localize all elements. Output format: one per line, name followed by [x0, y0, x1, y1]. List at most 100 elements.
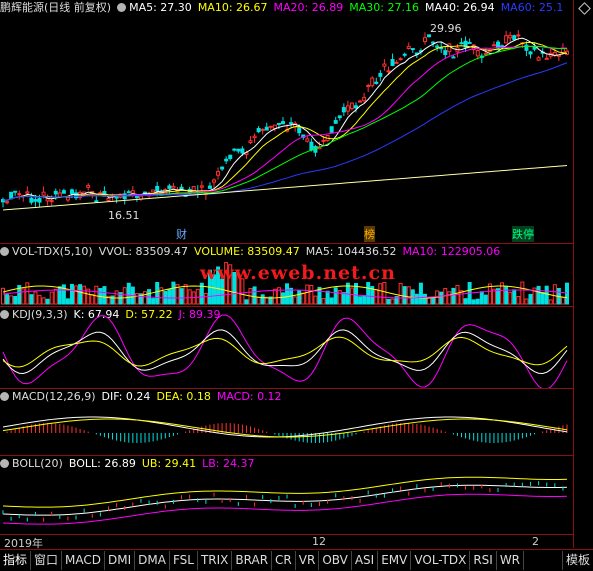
volume-bar [479, 291, 484, 305]
tab-7[interactable]: TRIX [198, 551, 233, 570]
candle-body [528, 51, 533, 55]
candle-body [289, 122, 294, 125]
tab-8[interactable]: BRAR [232, 551, 273, 570]
tab-11[interactable]: OBV [319, 551, 352, 570]
volume-bar [544, 285, 549, 305]
candle-body [272, 124, 277, 129]
volume-bar [57, 286, 62, 305]
volume-bar [321, 298, 326, 305]
candle-body [349, 102, 354, 110]
tab-10[interactable]: VR [296, 551, 320, 570]
volume-bar [49, 291, 54, 305]
volume-bar [362, 295, 367, 305]
candle-body [49, 200, 54, 203]
volume-bar [285, 283, 290, 305]
candle-body [224, 158, 229, 162]
volume-bar [110, 295, 115, 305]
tab-17[interactable]: 模板 [561, 551, 593, 570]
volume-bar [13, 295, 18, 305]
volume-bar [504, 286, 509, 305]
volume-bar [540, 292, 545, 305]
volume-bar [516, 296, 521, 305]
ma20-line [2, 45, 568, 201]
candle-body [13, 190, 18, 193]
finance-tag[interactable]: 财 [176, 226, 187, 242]
volume-bar [301, 292, 306, 305]
macd-panel: MACD(12,26,9) DIF: 0.24 DEA: 0.18 MACD: 0.1… [0, 389, 573, 456]
volume-bar [171, 281, 176, 305]
volume-bar [552, 284, 557, 305]
tab-2[interactable]: 窗口 [31, 551, 63, 570]
tab-3[interactable]: MACD [62, 551, 106, 570]
volume-bar [548, 299, 553, 305]
candle-body [544, 57, 549, 60]
tab-12[interactable]: ASI [352, 551, 379, 570]
high-price-label: 29.96 [430, 22, 462, 35]
volume-bar [325, 290, 330, 305]
volume-bar [422, 293, 427, 305]
ma30-line [2, 45, 568, 201]
tab-15[interactable]: RSI [470, 551, 497, 570]
volume-bar [25, 282, 30, 305]
candle-body [94, 200, 99, 203]
candle-body [309, 141, 314, 151]
candle-body [362, 97, 367, 102]
volume-bar [297, 290, 302, 305]
ma5-line [2, 37, 568, 201]
kdj-j-line [2, 314, 568, 388]
candle-body [5, 201, 10, 204]
candle-body [504, 35, 509, 44]
candle-body [268, 125, 273, 128]
candle-body [57, 192, 62, 198]
candle-body [447, 43, 452, 53]
candle-body [382, 63, 387, 67]
candle-body [410, 48, 415, 51]
macd-chart[interactable] [0, 389, 573, 455]
tab-6[interactable]: FSL [170, 551, 198, 570]
tab-9[interactable]: CR [272, 551, 296, 570]
volume-bar [406, 286, 411, 305]
time-axis-month-2: 2 [532, 535, 539, 548]
volume-bar [565, 282, 569, 305]
tab-5[interactable]: DMA [135, 551, 170, 570]
volume-bar [126, 282, 131, 305]
boll-upper-line [2, 476, 568, 508]
candle-body [459, 42, 464, 45]
tab-14[interactable]: VOL-TDX [411, 551, 471, 570]
volume-bar [203, 292, 208, 305]
tab-13[interactable]: EMV [378, 551, 412, 570]
candle-body [536, 57, 541, 61]
candle-body [431, 41, 436, 44]
volume-bar [256, 296, 261, 305]
kdj-chart[interactable] [0, 307, 573, 388]
list-tag[interactable]: 榜 [364, 226, 375, 242]
volume-bar [65, 298, 70, 305]
macd-dea-line [2, 418, 568, 438]
volume-bar [122, 287, 127, 305]
candle-body [467, 41, 472, 44]
tab-4[interactable]: DMI [105, 551, 136, 570]
volume-bar [378, 283, 383, 305]
volume-bar [9, 295, 14, 305]
kdj-k-line [2, 329, 568, 375]
volume-bar [1, 287, 5, 305]
watermark: www.eweb.net.cn [200, 262, 396, 284]
limit-down-tag[interactable]: 跌停 [512, 226, 534, 242]
candle-body [61, 190, 66, 194]
volume-bar [74, 285, 79, 305]
tab-1[interactable]: 指标 [0, 551, 32, 570]
volume-bar [21, 288, 26, 305]
candle-body [366, 84, 371, 88]
volume-bar [244, 299, 249, 305]
volume-bar [382, 281, 387, 305]
tab-16[interactable]: WR [497, 551, 525, 570]
volume-bar [82, 285, 87, 305]
candle-body [354, 105, 359, 109]
volume-bar [167, 288, 172, 305]
volume-bar [358, 296, 363, 305]
price-chart[interactable] [0, 0, 573, 243]
candle-body [9, 191, 14, 200]
candle-body [248, 140, 253, 144]
volume-bar [252, 286, 257, 305]
boll-chart[interactable] [0, 456, 573, 534]
